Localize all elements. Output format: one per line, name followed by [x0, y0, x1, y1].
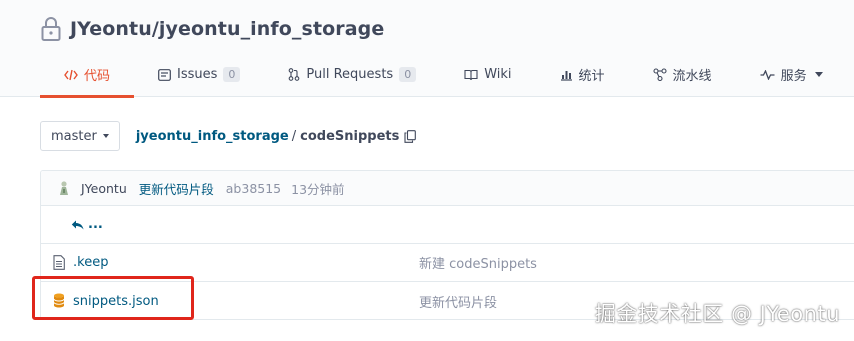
- tab-label: Wiki: [484, 67, 512, 82]
- tab-label: 服务: [780, 69, 807, 84]
- breadcrumb-separator: /: [291, 128, 297, 144]
- commit-sha[interactable]: ab38515: [226, 181, 281, 196]
- tab-code[interactable]: 代码: [40, 52, 135, 98]
- pipeline-icon: [652, 68, 667, 81]
- tab-pull-requests[interactable]: Pull Requests 0: [264, 52, 440, 97]
- breadcrumb: jyeontu_info_storage / codeSnippets: [136, 129, 417, 144]
- pull-request-icon: [288, 68, 300, 81]
- tab-label: 代码: [84, 69, 111, 84]
- pull-requests-count-badge: 0: [399, 67, 417, 82]
- tab-service[interactable]: 服务: [736, 52, 847, 97]
- tab-label: Issues: [177, 67, 218, 82]
- file-commit-message[interactable]: 新建 codeSnippets: [419, 253, 537, 272]
- repo-title: JYeontu/jyeontu_info_storage: [40, 14, 384, 44]
- avatar[interactable]: [57, 180, 71, 196]
- tab-label: 统计: [578, 69, 605, 84]
- parent-directory-row[interactable]: ...: [41, 206, 854, 244]
- commit-time: 13分钟前: [291, 181, 345, 197]
- copy-icon[interactable]: [404, 129, 417, 143]
- branch-select[interactable]: master: [40, 121, 120, 151]
- repo-tabs: 代码 Issues 0 Pull Requests 0 Wiki 统计 流水线 …: [40, 52, 847, 98]
- watermark: 掘金技术社区 @ JYeontu: [594, 302, 840, 326]
- service-icon: [760, 69, 775, 80]
- tab-stats[interactable]: 统计: [536, 52, 629, 97]
- code-icon: [64, 69, 78, 81]
- tab-pipeline[interactable]: 流水线: [629, 52, 736, 97]
- tab-label: 流水线: [672, 69, 712, 84]
- file-name-link[interactable]: .keep: [73, 255, 108, 270]
- breadcrumb-root-link[interactable]: jyeontu_info_storage: [136, 129, 289, 144]
- annotation-highlight-box: [32, 276, 194, 320]
- back-arrow-icon: [71, 220, 84, 230]
- file-icon: [53, 255, 65, 270]
- repo-header: JYeontu/jyeontu_info_storage 代码 Issues 0…: [0, 0, 854, 98]
- wiki-icon: [464, 69, 478, 81]
- parent-directory-link[interactable]: ...: [71, 217, 103, 232]
- issues-count-badge: 0: [223, 67, 241, 82]
- chevron-down-icon: [102, 134, 109, 138]
- breadcrumb-current: codeSnippets: [300, 128, 400, 144]
- tab-label: Pull Requests: [306, 67, 394, 82]
- commit-message[interactable]: 更新代码片段: [139, 179, 214, 198]
- tab-wiki[interactable]: Wiki: [440, 52, 535, 97]
- branch-breadcrumb-row: master jyeontu_info_storage / codeSnippe…: [40, 121, 417, 151]
- branch-label: master: [51, 128, 97, 144]
- latest-commit-bar: JYeontu 更新代码片段 ab38515 13分钟前: [41, 171, 854, 206]
- file-commit-message[interactable]: 更新代码片段: [419, 292, 497, 311]
- parent-directory-label: ...: [88, 217, 103, 232]
- issues-icon: [158, 68, 171, 81]
- tab-issues[interactable]: Issues 0: [134, 52, 264, 97]
- chevron-down-icon: [814, 72, 823, 77]
- lock-icon: [40, 16, 62, 42]
- commit-author[interactable]: JYeontu: [81, 181, 127, 196]
- repo-name[interactable]: JYeontu/jyeontu_info_storage: [70, 18, 384, 40]
- stats-icon: [560, 69, 573, 81]
